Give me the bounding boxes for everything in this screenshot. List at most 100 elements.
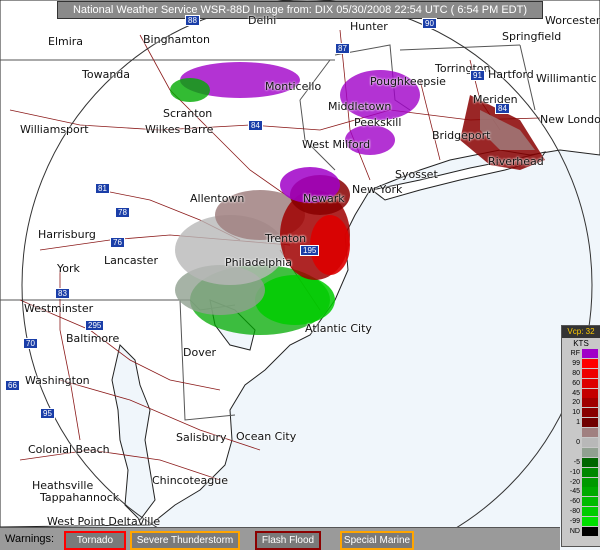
legend-entry: 0	[562, 438, 600, 448]
legend-entry: 10	[562, 408, 600, 418]
highway-shield: 84	[248, 120, 263, 131]
title-bar: National Weather Service WSR-88D Image f…	[57, 1, 543, 19]
highway-shield: 91	[470, 70, 485, 81]
highway-shield: 295	[85, 320, 105, 331]
legend-entry-label: 99	[572, 359, 580, 367]
legend-header: Vcp: 32	[562, 326, 600, 338]
legend-entry: -60	[562, 497, 600, 507]
warnings-bar: Warnings: Tornado Severe Thunderstorm Fl…	[0, 527, 560, 550]
city-label-middletown: Middletown	[328, 100, 392, 113]
highway-shield: 70	[23, 338, 38, 349]
highway-shield: 76	[110, 237, 125, 248]
legend-entry: ND	[562, 527, 600, 537]
legend-entry-label: RF	[570, 350, 580, 357]
city-label-hartford: Hartford	[488, 68, 534, 81]
city-label-syosset: Syosset	[395, 168, 438, 181]
legend-color-swatch	[582, 467, 598, 477]
city-label-willimantic: Willimantic	[536, 72, 597, 85]
legend-entry: 1	[562, 418, 600, 428]
highway-shield: 83	[55, 288, 70, 299]
highway-shield: 87	[335, 43, 350, 54]
city-label-elmira: Elmira	[48, 35, 84, 48]
legend-entry: -45	[562, 487, 600, 497]
city-label-tappahannock: Tappahannock	[40, 491, 120, 504]
legend-color-swatch	[582, 428, 598, 438]
city-label-west-milford: West Milford	[302, 138, 371, 151]
special-marine-warning-button[interactable]: Special Marine	[340, 531, 414, 550]
city-label-washington: Washington	[25, 374, 90, 387]
legend-entry-label: ND	[569, 528, 580, 536]
city-label-baltimore: Baltimore	[66, 332, 120, 345]
legend-entry-label: -45	[569, 488, 580, 496]
city-label-newark: Newark	[303, 192, 345, 205]
city-label-lancaster: Lancaster	[104, 254, 158, 267]
highway-shield: 95	[40, 408, 55, 419]
legend-entry: 20	[562, 398, 600, 408]
city-label-delhi: Delhi	[248, 14, 277, 27]
legend-color-swatch	[582, 398, 598, 408]
legend-entry	[562, 447, 600, 458]
legend-entry-label: 10	[572, 409, 580, 417]
tornado-warning-label: Tornado	[76, 535, 114, 546]
city-label-binghamton: Binghamton	[143, 33, 210, 46]
city-label-scranton: Scranton	[163, 107, 213, 120]
highway-shield: 195	[300, 245, 320, 256]
special-marine-warning-label: Special Marine	[343, 535, 411, 546]
legend-entry-label: -80	[569, 508, 580, 516]
flash-flood-warning-label: Flash Flood	[261, 535, 315, 546]
city-label-new-london: New London	[540, 113, 600, 126]
legend-color-swatch	[582, 349, 598, 358]
city-label-york: York	[57, 262, 80, 275]
city-label-westminster: Westminster	[24, 302, 94, 315]
city-label-chincoteague: Chincoteague	[152, 474, 229, 487]
city-label-ocean-city: Ocean City	[236, 430, 297, 443]
highway-shield: 78	[115, 207, 130, 218]
city-label-harrisburg: Harrisburg	[38, 228, 96, 241]
legend-color-swatch	[582, 457, 598, 467]
city-label-dover: Dover	[183, 346, 216, 359]
legend-color-swatch	[582, 487, 598, 497]
legend-color-swatch	[582, 358, 598, 368]
legend-color-swatch	[582, 477, 598, 487]
legend-entry: 45	[562, 388, 600, 399]
highway-shield: 90	[422, 18, 437, 29]
legend-entry-label: -99	[569, 518, 580, 526]
legend-entry: -99	[562, 517, 600, 527]
legend-color-swatch	[582, 418, 598, 428]
flash-flood-warning-button[interactable]: Flash Flood	[255, 531, 321, 550]
severe-thunderstorm-warning-label: Severe Thunderstorm	[136, 535, 234, 546]
legend-entry-label: -60	[569, 498, 580, 506]
city-label-springfield: Springfield	[502, 30, 562, 43]
legend-entry-label: -10	[569, 468, 580, 476]
legend-entry: -20	[562, 477, 600, 488]
legend-entry: -80	[562, 507, 600, 517]
legend-entry: 60	[562, 378, 600, 389]
legend-entry: RF	[562, 349, 600, 359]
legend-color-swatch	[582, 388, 598, 398]
legend-color-swatch	[582, 507, 598, 517]
city-label-riverhead: Riverhead	[488, 155, 544, 168]
legend-color-swatch	[582, 438, 598, 448]
highway-shield: 84	[495, 103, 510, 114]
legend-color-swatch	[582, 378, 598, 388]
city-label-wilkes-barre: Wilkes Barre	[145, 123, 214, 136]
legend-entry-label: -20	[569, 478, 580, 486]
city-label-poughkeepsie: Poughkeepsie	[370, 75, 446, 88]
legend-entry-label: 0	[576, 439, 580, 447]
legend-entry-label: 20	[572, 399, 580, 407]
city-label-trenton: Trenton	[265, 232, 307, 245]
legend-color-swatch	[582, 447, 598, 457]
tornado-warning-button[interactable]: Tornado	[64, 531, 126, 550]
city-label-worcester: Worcester	[545, 14, 600, 27]
city-label-philadelphia: Philadelphia	[225, 256, 293, 269]
velocity-legend: Vcp: 32 KTS RF 99 80 60 45 20 10 1 0 -5 -10 -20 -45-…	[561, 325, 600, 547]
city-label-hunter: Hunter	[350, 20, 388, 33]
severe-thunderstorm-warning-button[interactable]: Severe Thunderstorm	[130, 531, 240, 550]
legend-entry-label: 60	[572, 379, 580, 387]
legend-entry: 99	[562, 358, 600, 369]
legend-entry: -5	[562, 457, 600, 468]
legend-entry-label: 1	[576, 419, 580, 427]
legend-color-swatch	[582, 527, 598, 537]
city-label-colonial-beach: Colonial Beach	[28, 443, 110, 456]
legend-entry	[562, 428, 600, 438]
